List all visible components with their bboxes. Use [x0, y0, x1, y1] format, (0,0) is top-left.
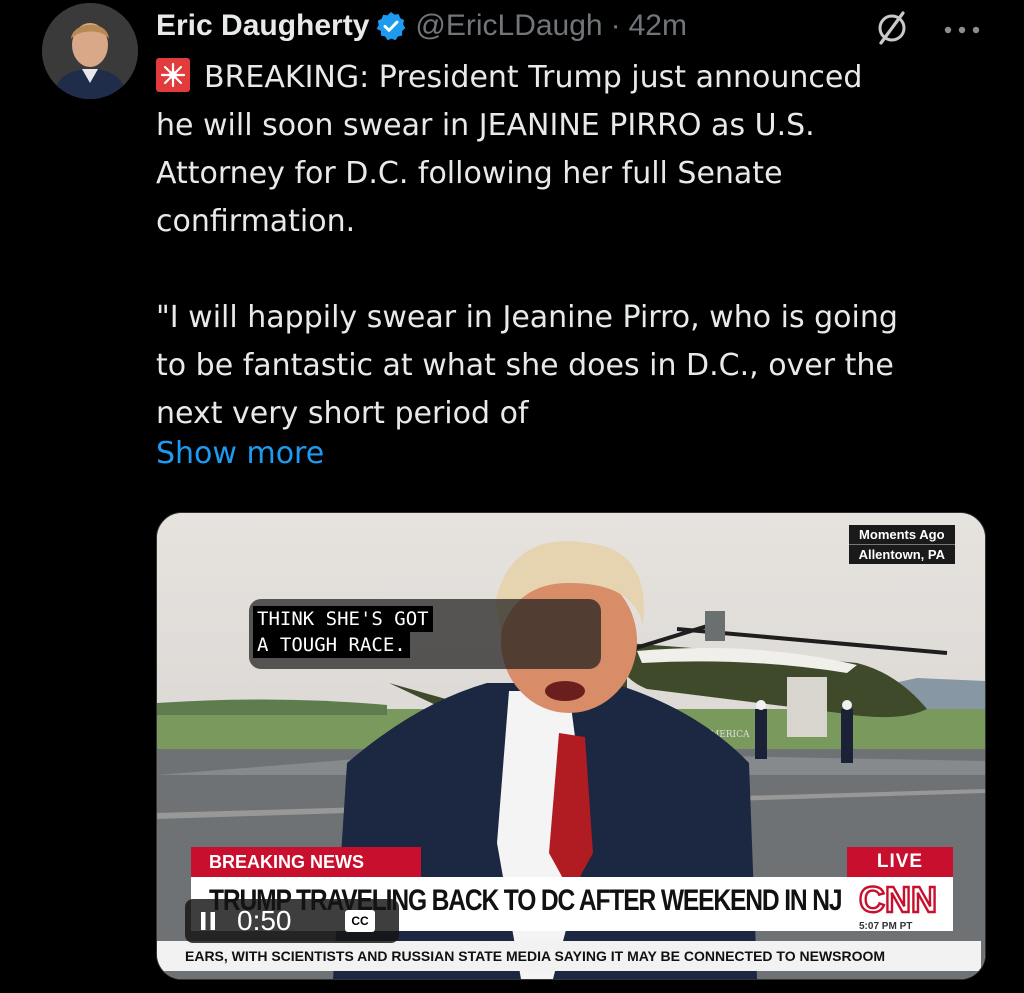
- tweet-line: BREAKING: President Trump just announced: [156, 54, 996, 102]
- tweet-header: Eric Daugherty @EricLDaugh · 42m: [156, 2, 687, 50]
- tweet-line-text: BREAKING: President Trump just announced: [204, 60, 863, 95]
- show-more-link[interactable]: Show more: [156, 436, 324, 471]
- ticker-text: EARS, WITH SCIENTISTS AND RUSSIAN STATE …: [185, 948, 796, 964]
- caption-line: THINK SHE'S GOT: [253, 606, 433, 632]
- author-handle[interactable]: @EricLDaugh: [415, 9, 602, 43]
- breaking-news-label: BREAKING NEWS: [191, 847, 421, 877]
- live-label: LIVE: [847, 847, 953, 877]
- news-ticker: EARS, WITH SCIENTISTS AND RUSSIAN STATE …: [157, 941, 981, 971]
- closed-caption: THINK SHE'S GOT A TOUGH RACE.: [249, 599, 601, 669]
- tweet-line: he will soon swear in JEANINE PIRRO as U…: [156, 108, 815, 143]
- svg-text:CNN: CNN: [859, 879, 937, 919]
- location-bottom: Allentown, PA: [848, 544, 955, 564]
- tweet-text: BREAKING: President Trump just announced…: [156, 54, 996, 438]
- tweet-quote-line: next very short period of: [156, 396, 529, 431]
- network-time: 5:07 PM PT: [859, 921, 913, 932]
- video-player[interactable]: OF AMERICA Moments Ago Allentown, PA THI…: [156, 512, 986, 980]
- separator-dot: ·: [610, 9, 621, 42]
- tweet-time[interactable]: 42m: [629, 9, 687, 43]
- cnn-logo-icon: CNN: [858, 879, 938, 919]
- pause-icon[interactable]: [197, 910, 219, 932]
- playback-controls: 0:50 CC: [185, 899, 399, 943]
- tweet-quote-line: "I will happily swear in Jeanine Pirro, …: [156, 300, 898, 335]
- more-icon[interactable]: [940, 8, 984, 48]
- location-top: Moments Ago: [859, 527, 945, 542]
- captions-button[interactable]: CC: [345, 910, 375, 932]
- tweet-line: confirmation.: [156, 204, 356, 239]
- tweet-quote-line: to be fantastic at what she does in D.C.…: [156, 348, 894, 383]
- location-bug: Moments Ago Allentown, PA: [848, 525, 955, 564]
- elapsed-time: 0:50: [237, 905, 292, 936]
- grok-icon[interactable]: [872, 8, 912, 48]
- police-light-icon: [156, 58, 190, 92]
- tweet-line: Attorney for D.C. following her full Sen…: [156, 156, 783, 191]
- avatar-photo: [42, 3, 138, 99]
- verified-badge-icon: [377, 12, 406, 41]
- author-avatar[interactable]: [42, 3, 138, 99]
- author-name[interactable]: Eric Daugherty: [156, 9, 369, 43]
- ticker-brand: NEWSROOM: [799, 948, 886, 964]
- caption-line: A TOUGH RACE.: [253, 632, 410, 658]
